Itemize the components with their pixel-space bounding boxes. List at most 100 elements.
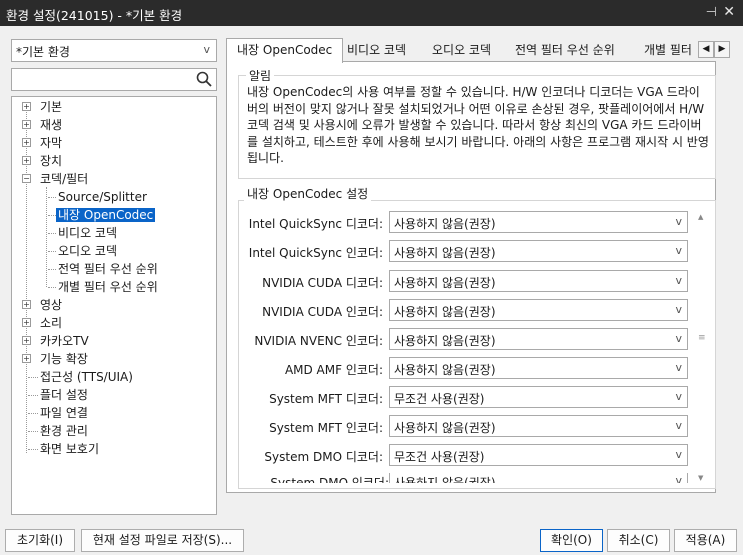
tree-item-screensaver[interactable]: 화면 보호기 <box>38 440 101 458</box>
tab-scroll-left-icon[interactable]: ◀ <box>698 41 714 58</box>
profile-select[interactable]: *기본 환경 v <box>11 39 217 62</box>
chevron-down-icon: v <box>675 419 682 432</box>
system-mft-encoder-select[interactable]: 사용하지 않음(권장) v <box>389 415 688 437</box>
search-input[interactable] <box>14 70 194 89</box>
chevron-down-icon: v <box>675 215 682 228</box>
expand-icon[interactable]: + <box>22 102 31 111</box>
tree-item-device[interactable]: + 장치 <box>22 152 64 170</box>
save-to-file-button[interactable]: 현재 설정 파일로 저장(S)... <box>81 529 244 552</box>
expand-icon[interactable]: + <box>22 354 31 363</box>
tree-guide-line <box>28 395 38 396</box>
apply-button[interactable]: 적용(A) <box>674 529 737 552</box>
tree-item-source-splitter[interactable]: Source/Splitter <box>56 188 149 206</box>
scroll-down-icon[interactable]: ▼ <box>698 474 703 482</box>
tree-item-individual-filter-priority[interactable]: 개별 필터 우선 순위 <box>56 278 160 296</box>
tree-item-codec-filter[interactable]: − 코덱/필터 <box>22 170 90 188</box>
nvidia-nvenc-encoder-label: NVIDIA NVENC 인코더: <box>254 334 383 348</box>
tree-guide-line <box>28 449 38 450</box>
clipped-row-container: System DMO 인코더: 사용하지 않음(권장) v <box>239 473 695 483</box>
chevron-down-icon: v <box>675 244 682 257</box>
tree-guide-line <box>28 413 38 414</box>
tab-bar: 내장 OpenCodec 비디오 코덱 오디오 코덱 전역 필터 우선 순위 개… <box>226 38 734 63</box>
tab-scroll-right-icon[interactable]: ▶ <box>714 41 730 58</box>
chevron-down-icon: v <box>675 448 682 461</box>
amd-amf-encoder-select[interactable]: 사용하지 않음(권장) v <box>389 357 688 379</box>
tree-item-config-management[interactable]: 환경 관리 <box>38 422 90 440</box>
intel-quicksync-decoder-label: Intel QuickSync 디코더: <box>248 217 383 231</box>
system-dmo-encoder-select[interactable]: 사용하지 않음(권장) v <box>389 473 688 483</box>
tree-guide-line <box>48 197 56 198</box>
tree-item-basic[interactable]: + 기본 <box>22 98 64 116</box>
tab-video-codec[interactable]: 비디오 코덱 <box>347 40 406 62</box>
title-bar: 환경 설정(241015) - *기본 환경 ⊣ ✕ <box>0 0 743 26</box>
tab-builtin-opencodec[interactable]: 내장 OpenCodec <box>226 38 344 63</box>
tree-guide-line <box>28 377 38 378</box>
system-mft-decoder-select[interactable]: 무조건 사용(권장) v <box>389 386 688 408</box>
expand-icon[interactable]: + <box>22 138 31 147</box>
tree-item-video[interactable]: + 영상 <box>22 296 64 314</box>
ok-button[interactable]: 확인(O) <box>540 529 603 552</box>
expand-icon[interactable]: + <box>22 318 31 327</box>
system-dmo-decoder-select[interactable]: 무조건 사용(권장) v <box>389 444 688 466</box>
tab-individual-filter[interactable]: 개별 필터 <box>644 40 692 62</box>
system-mft-decoder-label: System MFT 디코더: <box>269 392 383 406</box>
intel-quicksync-encoder-select[interactable]: 사용하지 않음(권장) v <box>389 240 688 262</box>
scroll-grip-icon[interactable]: ≡ <box>698 333 706 343</box>
window-title: 환경 설정(241015) - *기본 환경 <box>6 8 183 23</box>
tree-guide-line <box>46 187 47 287</box>
tree-item-file-association[interactable]: 파일 연결 <box>38 404 90 422</box>
tree-item-builtin-opencodec[interactable]: 내장 OpenCodec <box>56 206 156 224</box>
settings-title: 내장 OpenCodec 설정 <box>244 185 372 202</box>
amd-amf-encoder-label: AMD AMF 인코더: <box>284 363 383 377</box>
nvidia-cuda-decoder-select[interactable]: 사용하지 않음(권장) v <box>389 270 688 292</box>
tree-item-accessibility[interactable]: 접근성 (TTS/UIA) <box>38 368 135 386</box>
tree-item-subtitle[interactable]: + 자막 <box>22 134 64 152</box>
tab-global-filter-priority[interactable]: 전역 필터 우선 순위 <box>515 40 615 62</box>
expand-icon[interactable]: + <box>22 120 31 129</box>
settings-scrollbar[interactable]: ▲ ≡ ▼ <box>697 211 708 484</box>
expand-icon[interactable]: + <box>22 336 31 345</box>
tree-item-global-filter-priority[interactable]: 전역 필터 우선 순위 <box>56 260 160 278</box>
close-icon[interactable]: ✕ <box>723 4 735 20</box>
nvidia-nvenc-encoder-select[interactable]: 사용하지 않음(권장) v <box>389 328 688 350</box>
tree-item-audio-codec[interactable]: 오디오 코덱 <box>56 242 119 260</box>
profile-select-value: *기본 환경 <box>16 45 70 59</box>
tree-item-video-codec[interactable]: 비디오 코덱 <box>56 224 119 242</box>
nvidia-cuda-encoder-select[interactable]: 사용하지 않음(권장) v <box>389 299 688 321</box>
tree-guide-line <box>48 269 56 270</box>
search-box <box>11 68 217 91</box>
nvidia-cuda-encoder-label: NVIDIA CUDA 인코더: <box>262 305 383 319</box>
tree-item-playback[interactable]: + 재생 <box>22 116 64 134</box>
system-dmo-decoder-label: System DMO 디코더: <box>264 450 383 464</box>
expand-icon[interactable]: + <box>22 300 31 309</box>
tab-audio-codec[interactable]: 오디오 코덱 <box>432 40 491 62</box>
nvidia-cuda-decoder-label: NVIDIA CUDA 디코더: <box>262 276 383 290</box>
system-dmo-encoder-label: System DMO 인코더: <box>270 476 389 483</box>
tree-item-sound[interactable]: + 소리 <box>22 314 64 332</box>
tree-guide-line <box>48 233 56 234</box>
reset-button[interactable]: 초기화(I) <box>5 529 75 552</box>
chevron-down-icon: v <box>675 332 682 345</box>
chevron-down-icon: v <box>675 390 682 403</box>
pin-icon[interactable]: ⊣ <box>706 5 717 20</box>
system-mft-encoder-label: System MFT 인코더: <box>269 421 383 435</box>
settings-tree: + 기본 + 재생 + 자막 + 장치 − 코덱/필터 Source/Splitter 내… <box>11 96 217 515</box>
chevron-down-icon: v <box>675 474 682 483</box>
chevron-down-icon: v <box>675 274 682 287</box>
chevron-down-icon: v <box>675 361 682 374</box>
notice-title: 알림 <box>246 67 275 84</box>
intel-quicksync-decoder-select[interactable]: 사용하지 않음(권장) v <box>389 211 688 233</box>
chevron-down-icon: v <box>675 303 682 316</box>
tree-item-extensions[interactable]: + 기능 확장 <box>22 350 90 368</box>
collapse-icon[interactable]: − <box>22 174 31 183</box>
expand-icon[interactable]: + <box>22 156 31 165</box>
tree-guide-line <box>48 215 56 216</box>
scroll-up-icon[interactable]: ▲ <box>698 213 703 221</box>
chevron-down-icon: v <box>203 43 210 56</box>
search-icon[interactable] <box>196 71 212 87</box>
tree-item-folder-settings[interactable]: 플더 설정 <box>38 386 90 404</box>
intel-quicksync-encoder-label: Intel QuickSync 인코더: <box>248 246 383 260</box>
tree-item-kakaotv[interactable]: + 카카오TV <box>22 332 91 350</box>
cancel-button[interactable]: 취소(C) <box>607 529 670 552</box>
notice-text: 내장 OpenCodec의 사용 여부를 정할 수 있습니다. H/W 인코더나… <box>247 85 709 165</box>
